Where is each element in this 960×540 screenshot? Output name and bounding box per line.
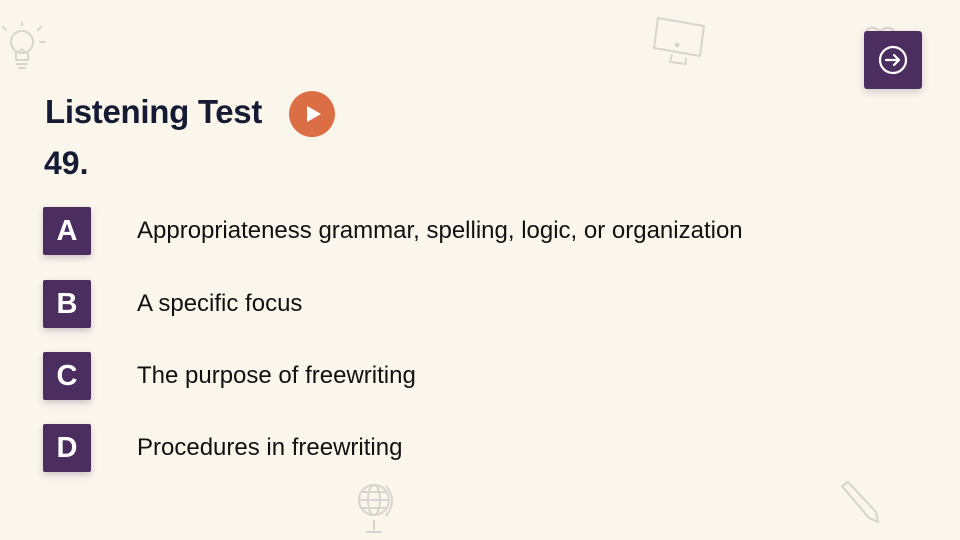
option-letter-badge: D <box>43 424 91 472</box>
option-text: Appropriateness grammar, spelling, logic… <box>137 217 743 244</box>
option-c[interactable]: C The purpose of freewriting <box>43 352 803 400</box>
option-letter-badge: A <box>43 207 91 255</box>
lightbulb-icon <box>0 22 48 74</box>
question-number: 49. <box>44 145 89 181</box>
play-icon <box>306 106 321 122</box>
page-title: Listening Test <box>45 93 263 130</box>
option-letter-badge: C <box>43 352 91 400</box>
arrow-right-circle-icon <box>878 45 908 75</box>
option-a[interactable]: A Appropriateness grammar, spelling, log… <box>43 207 803 255</box>
play-audio-button[interactable] <box>289 91 335 137</box>
option-text: Procedures in freewriting <box>137 434 403 461</box>
option-letter-badge: B <box>43 280 91 328</box>
option-text: The purpose of freewriting <box>137 362 416 389</box>
globe-icon <box>352 480 398 536</box>
monitor-icon <box>650 14 710 66</box>
option-b[interactable]: B A specific focus <box>43 280 803 328</box>
pencil-icon <box>836 480 882 526</box>
option-text: A specific focus <box>137 290 303 317</box>
option-d[interactable]: D Procedures in freewriting <box>43 424 803 472</box>
next-button[interactable] <box>864 31 922 89</box>
